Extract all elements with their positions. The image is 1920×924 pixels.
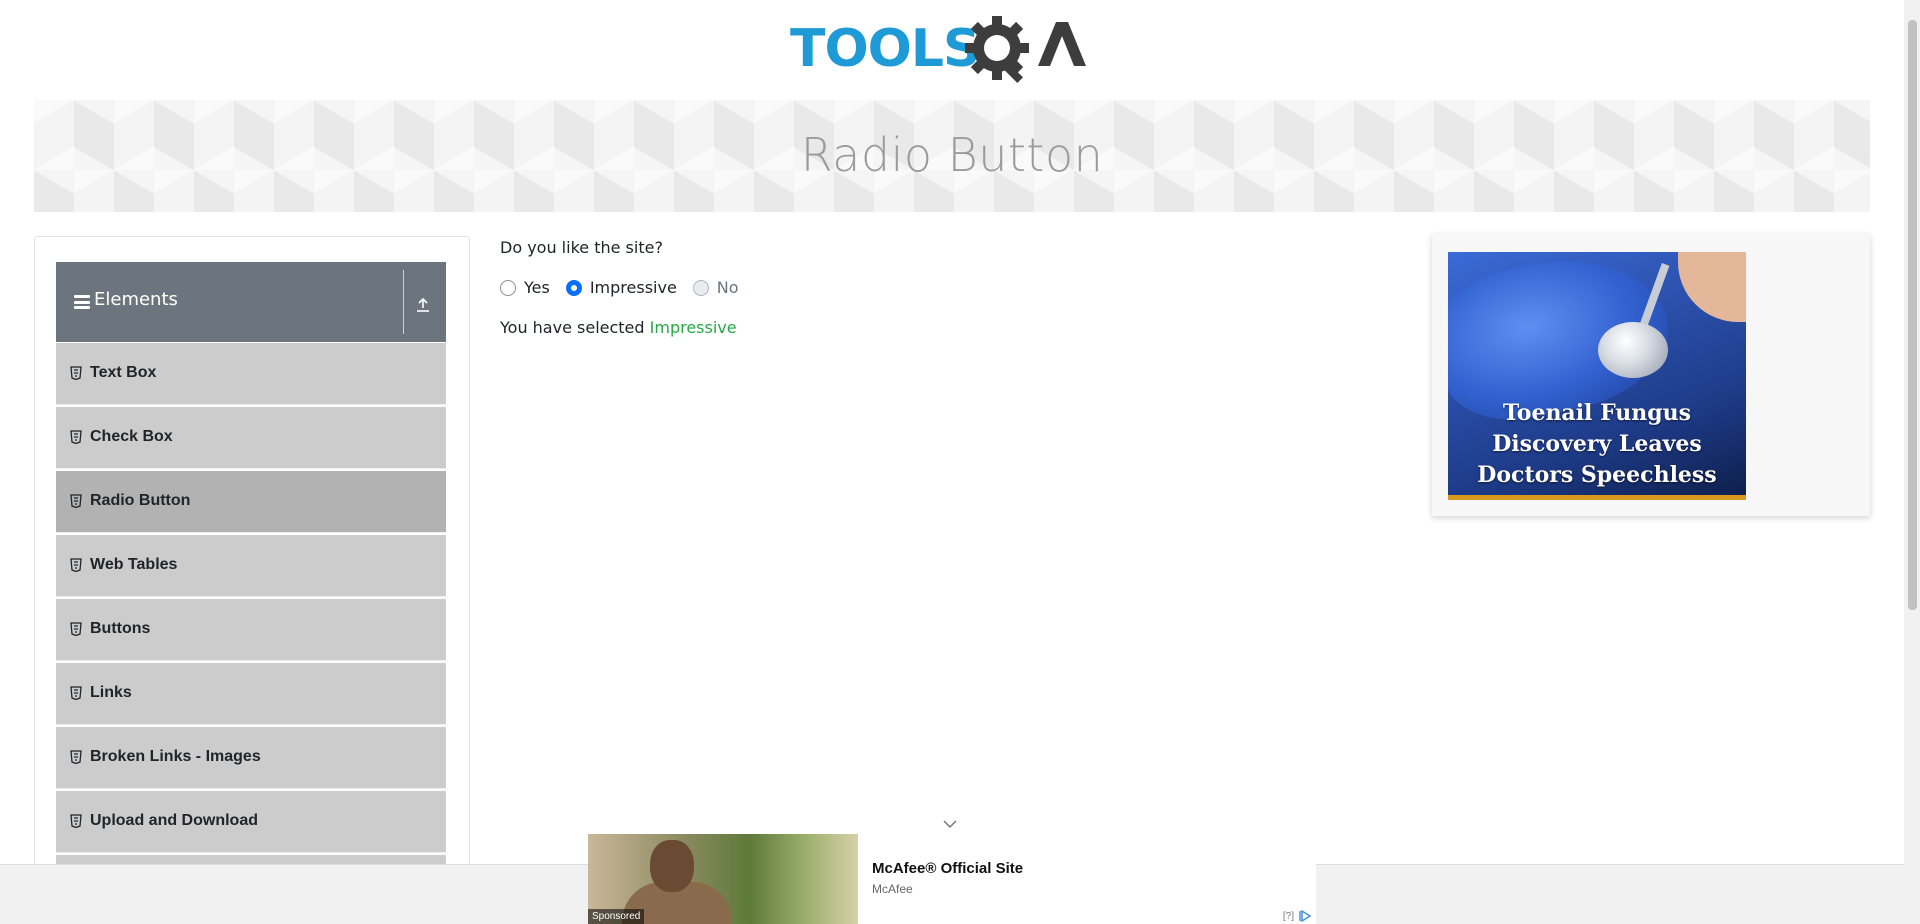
sidebar-item-broken-links-images[interactable]: Broken Links - Images bbox=[56, 727, 446, 789]
ad-person-head bbox=[650, 840, 694, 892]
chevron-down-icon[interactable] bbox=[942, 818, 958, 830]
ad-info-text[interactable]: [?] bbox=[1283, 911, 1294, 922]
html5-icon bbox=[70, 622, 82, 636]
html5-icon bbox=[70, 686, 82, 700]
result-prefix: You have selected bbox=[500, 318, 645, 337]
sidebar-item-label: Buttons bbox=[90, 620, 151, 637]
radio-option-yes[interactable]: Yes bbox=[500, 278, 550, 297]
radio-option-no: No bbox=[692, 278, 739, 297]
logo-letter-a bbox=[1038, 22, 1086, 66]
radio-no bbox=[692, 279, 709, 296]
sidebar-item-web-tables[interactable]: Web Tables bbox=[56, 535, 446, 597]
sidebar-item-label: Check Box bbox=[90, 428, 173, 445]
bottom-ad[interactable]: Sponsored McAfee® Official Site McAfee [… bbox=[588, 834, 1316, 924]
html5-icon bbox=[70, 430, 82, 444]
html5-icon bbox=[70, 814, 82, 828]
result-value: Impressive bbox=[649, 318, 737, 337]
right-ad-panel: Toenail Fungus Discovery Leaves Doctors … bbox=[1432, 234, 1870, 516]
sidebar-group-elements[interactable]: Elements bbox=[56, 262, 446, 342]
ad-hand-graphic bbox=[1678, 252, 1746, 322]
radio-label-yes[interactable]: Yes bbox=[524, 278, 550, 297]
ad-info[interactable]: [?] bbox=[1283, 910, 1312, 922]
sidebar-item-label: Upload and Download bbox=[90, 812, 258, 829]
question-text: Do you like the site? bbox=[500, 238, 663, 257]
selection-result: You have selected Impressive bbox=[500, 318, 737, 337]
adchoices-icon[interactable] bbox=[1298, 910, 1312, 922]
html5-icon bbox=[70, 750, 82, 764]
radio-group: Yes Impressive No bbox=[500, 278, 755, 297]
page-banner: Radio Button bbox=[34, 100, 1870, 212]
ad-spoon-graphic bbox=[1598, 322, 1668, 378]
ad-image[interactable]: Toenail Fungus Discovery Leaves Doctors … bbox=[1448, 252, 1746, 500]
html5-icon bbox=[70, 558, 82, 572]
sidebar-item-label: Links bbox=[90, 684, 132, 701]
logo-text-tools: TOOLS bbox=[790, 19, 979, 79]
sidebar-menu: Text Box Check Box Radio Button Web Tabl… bbox=[56, 343, 446, 919]
main-content: Do you like the site? Yes Impressive No … bbox=[500, 236, 1400, 436]
left-sidebar: Elements Text Box Check Box Radio Button… bbox=[34, 236, 470, 924]
sidebar-item-check-box[interactable]: Check Box bbox=[56, 407, 446, 469]
bottom-ad-headline[interactable]: McAfee® Official Site bbox=[872, 860, 1023, 877]
page-header: TOOLS bbox=[0, 0, 1904, 100]
sidebar-group-title: Elements bbox=[94, 289, 178, 310]
radio-label-no: No bbox=[716, 278, 739, 297]
ad-photo: Sponsored bbox=[588, 834, 858, 924]
sidebar-item-label: Broken Links - Images bbox=[90, 748, 261, 765]
ad-accent-bar bbox=[1448, 495, 1746, 500]
collapse-up-icon[interactable] bbox=[413, 294, 433, 314]
radio-yes[interactable] bbox=[500, 279, 516, 296]
html5-icon bbox=[70, 494, 82, 508]
sidebar-item-upload-and-download[interactable]: Upload and Download bbox=[56, 791, 446, 853]
divider bbox=[403, 270, 404, 334]
sponsored-label: Sponsored bbox=[588, 909, 645, 924]
html5-icon bbox=[70, 366, 82, 380]
sidebar-item-links[interactable]: Links bbox=[56, 663, 446, 725]
scrollbar-thumb[interactable] bbox=[1908, 20, 1917, 610]
sidebar-item-label: Radio Button bbox=[90, 492, 191, 509]
ad-headline: Toenail Fungus Discovery Leaves Doctors … bbox=[1477, 400, 1717, 500]
sidebar-item-label: Web Tables bbox=[90, 556, 178, 573]
toolsqa-logo[interactable]: TOOLS bbox=[790, 14, 1116, 90]
scrollbar[interactable] bbox=[1904, 0, 1920, 924]
radio-impressive[interactable] bbox=[565, 279, 582, 296]
sidebar-item-text-box[interactable]: Text Box bbox=[56, 343, 446, 405]
radio-label-impressive[interactable]: Impressive bbox=[590, 278, 677, 297]
hamburger-icon bbox=[74, 295, 90, 309]
sidebar-item-buttons[interactable]: Buttons bbox=[56, 599, 446, 661]
radio-option-impressive[interactable]: Impressive bbox=[565, 278, 677, 297]
sidebar-item-label: Text Box bbox=[90, 364, 157, 381]
page-title: Radio Button bbox=[800, 128, 1104, 182]
bottom-ad-source: McAfee bbox=[872, 882, 913, 896]
sidebar-item-radio-button[interactable]: Radio Button bbox=[56, 471, 446, 533]
